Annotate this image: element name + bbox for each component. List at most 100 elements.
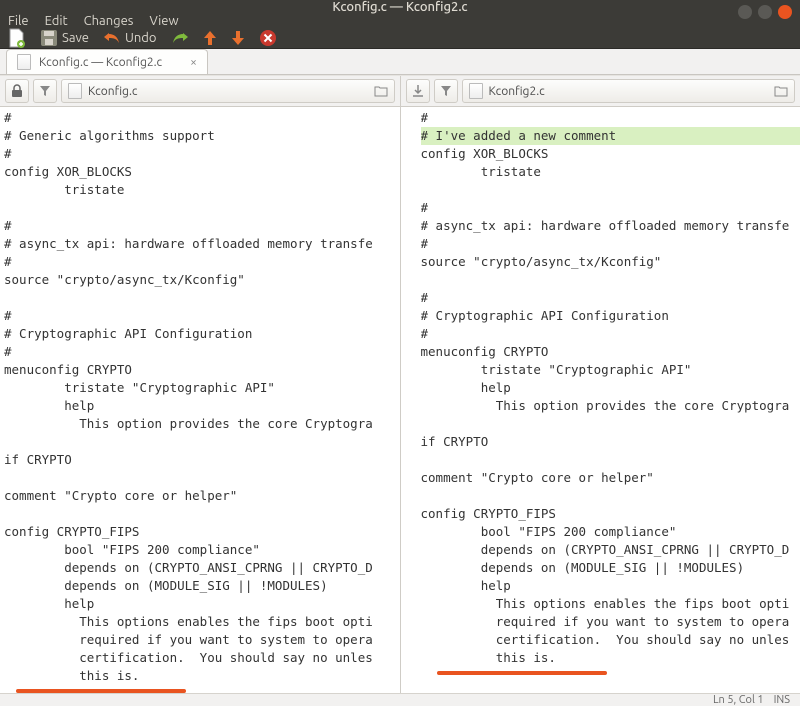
diff-added-line[interactable]: ✖# I've added a new comment (421, 127, 800, 145)
filter-right-button[interactable] (434, 79, 458, 103)
lock-button[interactable] (5, 79, 29, 103)
code-line[interactable]: certification. You should say no unles (421, 631, 800, 649)
code-line[interactable]: this is. (0, 667, 400, 685)
code-line[interactable]: config XOR_BLOCKS (0, 163, 400, 181)
code-line[interactable]: # (421, 289, 800, 307)
arrow-down-icon (231, 30, 245, 46)
code-line[interactable]: # (0, 253, 400, 271)
code-line[interactable]: help (421, 577, 800, 595)
code-line[interactable]: comment "Crypto core or helper" (0, 487, 400, 505)
code-line[interactable]: menuconfig CRYPTO (421, 343, 800, 361)
right-file-selector[interactable]: Kconfig2.c (462, 79, 796, 103)
left-code[interactable]: ## Generic algorithms support#config XOR… (0, 106, 400, 693)
code-line[interactable]: # (0, 343, 400, 361)
code-line[interactable]: # (0, 109, 400, 127)
menu-view[interactable]: View (149, 14, 178, 28)
redo-button[interactable] (171, 30, 189, 46)
code-line[interactable]: config XOR_BLOCKS (421, 145, 800, 163)
code-line[interactable]: source "crypto/async_tx/Kconfig" (421, 253, 800, 271)
undo-button[interactable]: Undo (103, 30, 157, 46)
code-line[interactable]: bool "FIPS 200 compliance" (421, 523, 800, 541)
code-line[interactable] (0, 289, 400, 307)
code-line[interactable]: source "crypto/async_tx/Kconfig" (0, 271, 400, 289)
open-file-icon[interactable] (374, 85, 388, 97)
code-line[interactable]: bool "FIPS 200 compliance" (0, 541, 400, 559)
filter-button[interactable] (33, 79, 57, 103)
left-filename: Kconfig.c (88, 85, 137, 98)
code-line[interactable]: This option provides the core Cryptogra (421, 397, 800, 415)
menu-file[interactable]: File (8, 14, 29, 28)
code-line[interactable]: This option provides the core Cryptogra (0, 415, 400, 433)
diff-panes: Kconfig.c ## Generic algorithms support#… (0, 75, 800, 693)
file-icon (469, 83, 483, 99)
code-line[interactable]: required if you want to system to opera (421, 613, 800, 631)
code-line[interactable]: # (421, 199, 800, 217)
code-line[interactable]: depends on (CRYPTO_ANSI_CPRNG || CRYPTO_… (0, 559, 400, 577)
stop-button[interactable] (259, 29, 277, 47)
window-controls (738, 5, 792, 19)
tab-kconfig-diff[interactable]: Kconfig.c — Kconfig2.c × (6, 49, 208, 74)
code-line[interactable]: help (0, 595, 400, 613)
code-line[interactable]: # (0, 217, 400, 235)
left-pane: Kconfig.c ## Generic algorithms support#… (0, 76, 400, 693)
code-line[interactable] (421, 487, 800, 505)
code-line[interactable]: required if you want to system to opera (0, 631, 400, 649)
code-line[interactable]: config CRYPTO_FIPS (421, 505, 800, 523)
code-line[interactable] (421, 181, 800, 199)
code-line[interactable]: if CRYPTO (421, 433, 800, 451)
left-file-selector[interactable]: Kconfig.c (61, 79, 395, 103)
minimize-button[interactable] (738, 5, 752, 19)
menu-changes[interactable]: Changes (84, 14, 134, 28)
code-line[interactable]: depends on (CRYPTO_ANSI_CPRNG || CRYPTO_… (421, 541, 800, 559)
code-line[interactable]: depends on (MODULE_SIG || !MODULES) (421, 559, 800, 577)
code-line[interactable]: tristate (421, 163, 800, 181)
code-line[interactable] (0, 505, 400, 523)
code-line[interactable]: This options enables the fips boot opti (0, 613, 400, 631)
code-line[interactable]: # (421, 235, 800, 253)
save-right-button[interactable] (406, 79, 430, 103)
code-line[interactable]: this is. (421, 649, 800, 667)
code-line[interactable]: # async_tx api: hardware offloaded memor… (0, 235, 400, 253)
new-file-button[interactable] (8, 28, 26, 48)
close-button[interactable] (778, 5, 792, 19)
menu-edit[interactable]: Edit (45, 14, 68, 28)
code-line[interactable]: certification. You should say no unles (0, 649, 400, 667)
code-line[interactable]: # (421, 325, 800, 343)
code-line[interactable] (421, 271, 800, 289)
code-line[interactable] (0, 199, 400, 217)
code-line[interactable]: if CRYPTO (0, 451, 400, 469)
code-line[interactable]: # (0, 307, 400, 325)
save-button[interactable]: Save (40, 29, 89, 47)
tab-close-icon[interactable]: × (170, 56, 197, 69)
code-line[interactable] (421, 415, 800, 433)
code-line[interactable]: tristate (0, 181, 400, 199)
open-file-icon[interactable] (774, 85, 788, 97)
code-line[interactable]: help (421, 379, 800, 397)
code-line[interactable]: # (0, 145, 400, 163)
code-line[interactable]: # Cryptographic API Configuration (421, 307, 800, 325)
code-line[interactable]: config CRYPTO_FIPS (0, 523, 400, 541)
code-line[interactable]: # async_tx api: hardware offloaded memor… (421, 217, 800, 235)
undo-label: Undo (125, 31, 157, 45)
code-line[interactable]: depends on (MODULE_SIG || !MODULES) (0, 577, 400, 595)
arrow-up-icon (203, 30, 217, 46)
code-line[interactable]: # (421, 109, 800, 127)
code-line[interactable] (0, 433, 400, 451)
code-line[interactable] (0, 469, 400, 487)
code-line[interactable]: menuconfig CRYPTO (0, 361, 400, 379)
down-button[interactable] (231, 30, 245, 46)
maximize-button[interactable] (758, 5, 772, 19)
code-line[interactable] (421, 451, 800, 469)
code-line[interactable]: # Generic algorithms support (0, 127, 400, 145)
code-line[interactable]: This options enables the fips boot opti (421, 595, 800, 613)
code-line[interactable]: comment "Crypto core or helper" (421, 469, 800, 487)
code-line[interactable]: tristate "Cryptographic API" (0, 379, 400, 397)
code-line[interactable]: # Cryptographic API Configuration (0, 325, 400, 343)
code-line[interactable]: help (0, 397, 400, 415)
code-line[interactable]: tristate "Cryptographic API" (421, 361, 800, 379)
right-code[interactable]: #✖# I've added a new commentconfig XOR_B… (401, 106, 800, 693)
up-button[interactable] (203, 30, 217, 46)
save-icon (40, 29, 58, 47)
right-pane: Kconfig2.c #✖# I've added a new commentc… (400, 76, 800, 693)
window-titlebar: Kconfig.c — Kconfig2.c (0, 0, 800, 14)
